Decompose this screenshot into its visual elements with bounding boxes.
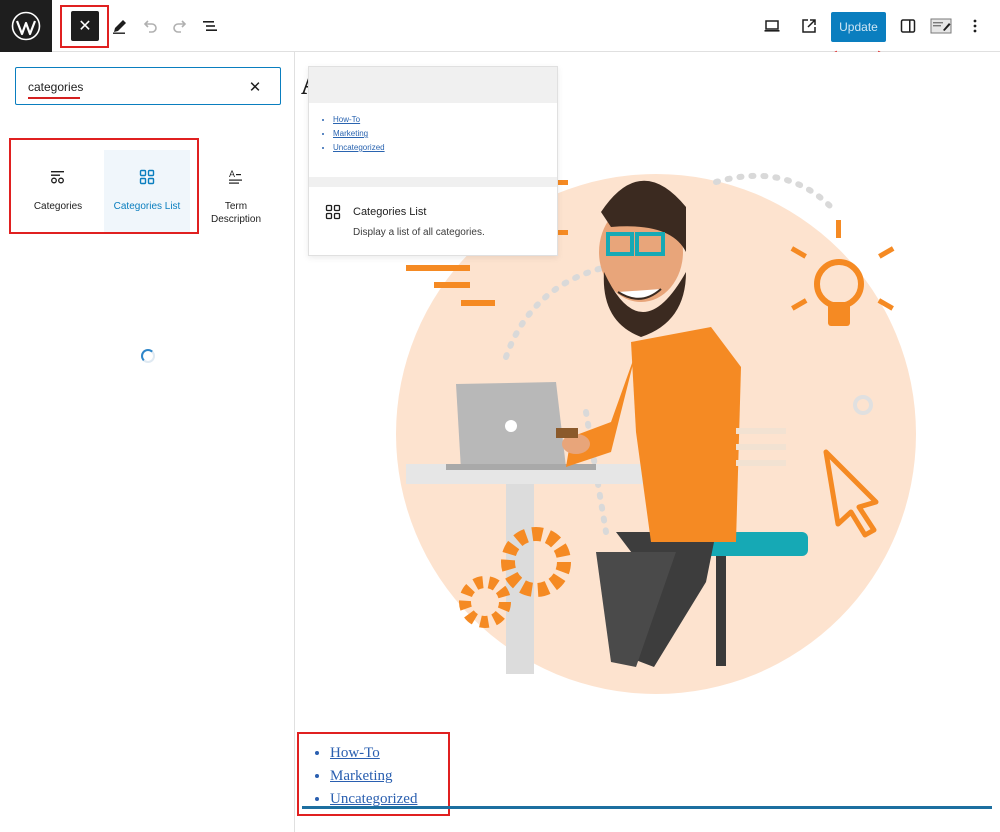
block-inserter-panel: ✕ Categories: [0, 52, 295, 832]
redo-button[interactable]: [164, 10, 196, 42]
block-preview-popover: How-To Marketing Uncategorized Categorie…: [308, 66, 558, 256]
update-button[interactable]: Update: [831, 12, 886, 42]
editor-canvas[interactable]: A: [296, 52, 1000, 832]
preview-category-list: How-To Marketing Uncategorized: [309, 103, 557, 155]
plugin-button[interactable]: [925, 10, 957, 42]
options-button[interactable]: [959, 10, 991, 42]
editor-toolbar: ✕ Update: [0, 0, 1000, 79]
categories-icon: [51, 171, 64, 184]
sidebar-icon: [900, 19, 916, 33]
preview-list-item: Uncategorized: [333, 141, 557, 155]
loading-spinner-icon: [141, 349, 155, 363]
category-link[interactable]: How-To: [330, 742, 417, 765]
preview-block-description: Display a list of all categories.: [353, 227, 485, 238]
block-label: Term Description: [210, 201, 262, 225]
settings-toggle-button[interactable]: [892, 10, 924, 42]
grid-icon: [325, 204, 341, 220]
wordpress-logo-icon[interactable]: [0, 0, 52, 52]
close-icon: ✕: [78, 18, 92, 35]
preview-list-item: How-To: [333, 113, 557, 127]
preview-device-button[interactable]: [756, 10, 788, 42]
block-item-categories-list[interactable]: Categories List: [104, 150, 190, 232]
block-item-categories[interactable]: Categories: [15, 150, 101, 232]
block-label: Categories: [33, 201, 83, 212]
block-item-term-description[interactable]: A Term Description: [193, 150, 279, 232]
pencil-icon: [113, 20, 126, 34]
search-input[interactable]: [28, 78, 228, 96]
preview-header: [309, 67, 557, 103]
clear-search-button[interactable]: ✕: [244, 76, 266, 98]
block-selection-line: [302, 806, 992, 809]
undo-button[interactable]: [134, 10, 166, 42]
tools-button[interactable]: [104, 10, 136, 42]
desktop-icon: [764, 20, 780, 32]
category-link[interactable]: Marketing: [330, 765, 417, 788]
preview-divider: [309, 177, 557, 187]
categories-list-block[interactable]: How-To Marketing Uncategorized: [330, 742, 417, 811]
preview-list-item: Marketing: [333, 127, 557, 141]
document-overview-button[interactable]: [194, 10, 226, 42]
list-view-icon: [203, 21, 217, 31]
view-post-button[interactable]: [793, 10, 825, 42]
redo-icon: [173, 20, 187, 33]
undo-icon: [143, 20, 157, 33]
spellcheck-underline: [28, 97, 80, 99]
block-search[interactable]: ✕: [15, 67, 281, 105]
grid-icon: [139, 169, 155, 185]
editor-notes-icon: [930, 18, 952, 34]
preview-block-title: Categories List: [353, 206, 427, 218]
svg-text:A: A: [229, 169, 235, 179]
block-label: Categories List: [113, 201, 181, 212]
close-icon: ✕: [248, 79, 262, 96]
block-editor: ✕ Update categories ✕ Categories Categor…: [0, 0, 1000, 832]
close-inserter-button[interactable]: ✕: [71, 11, 99, 41]
term-description-icon: A: [229, 169, 242, 184]
external-link-icon: [802, 19, 816, 33]
more-vertical-icon: [973, 19, 977, 33]
